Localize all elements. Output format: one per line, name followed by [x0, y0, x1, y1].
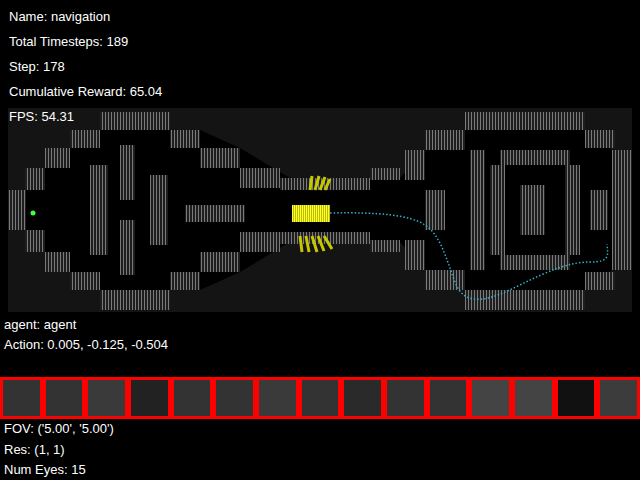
maze-wall	[90, 165, 108, 255]
maze-wall	[425, 130, 465, 150]
maze-wall	[470, 150, 485, 270]
maze-wall	[612, 150, 632, 270]
maze-wall	[585, 272, 615, 290]
hud-panel: Name: navigationTotal Timesteps: 189Step…	[9, 4, 162, 129]
sensor-ray	[300, 236, 302, 252]
maze-wall	[465, 112, 585, 130]
sensor-ray	[325, 179, 330, 190]
maze-wall	[45, 148, 70, 168]
goal-icon	[31, 211, 36, 216]
eye-cell	[256, 377, 299, 419]
hud-line: Cumulative Reward: 65.04	[9, 79, 162, 104]
maze-wall	[405, 150, 425, 180]
maze-wall	[70, 272, 100, 290]
eye-cell	[213, 377, 256, 419]
eye-cell	[85, 377, 128, 419]
eye-cell	[128, 377, 171, 419]
agent-icon	[292, 205, 330, 222]
maze-wall	[70, 130, 100, 148]
maze-wall	[520, 185, 545, 235]
maze-wall	[240, 168, 280, 188]
maze-wall	[185, 205, 245, 222]
maze-view	[8, 108, 632, 312]
eye-cell	[299, 377, 342, 419]
maze-background	[8, 108, 632, 312]
maze-wall	[45, 252, 70, 272]
sensor-ray	[310, 176, 312, 190]
maze-wall	[100, 112, 170, 130]
maze-wall	[405, 240, 425, 270]
eye-cell	[597, 377, 640, 419]
sensor-ray	[318, 236, 324, 251]
maze-wall	[370, 168, 400, 180]
game-screen: Name: navigationTotal Timesteps: 189Step…	[0, 0, 640, 480]
maze-wall	[25, 230, 45, 252]
maze-wall	[170, 272, 200, 290]
maze-wall	[240, 232, 280, 252]
agent-trajectory	[330, 213, 608, 300]
camera-info: FOV: ('5.00', '5.00')Res: (1, 1)Num Eyes…	[0, 419, 640, 480]
maze-wall	[120, 220, 135, 275]
hud-line: FPS: 54.31	[9, 104, 162, 129]
sensor-ray	[306, 236, 309, 252]
camera-info-line: FOV: ('5.00', '5.00')	[4, 419, 640, 440]
sensor-ray	[324, 236, 332, 249]
maze-wall	[370, 240, 400, 252]
maze-wall	[200, 252, 240, 272]
agent-info: agent: agentAction: 0.005, -0.125, -0.50…	[0, 312, 640, 355]
maze-wall	[170, 130, 200, 148]
maze-wall	[120, 145, 135, 200]
maze-wall	[25, 168, 45, 190]
eye-cell	[0, 377, 43, 419]
maze-wall	[465, 290, 585, 310]
maze-wall	[280, 178, 370, 190]
hud-line: Name: navigation	[9, 4, 162, 29]
maze-wall	[100, 290, 170, 310]
sensor-ray	[315, 176, 319, 190]
maze-floor	[25, 130, 612, 290]
eye-cell	[171, 377, 214, 419]
hud-line: Total Timesteps: 189	[9, 29, 162, 54]
eye-cell	[469, 377, 512, 419]
eye-cell	[427, 377, 470, 419]
hud-line: Step: 178	[9, 54, 162, 79]
eye-cell	[43, 377, 86, 419]
agent-info-line: Action: 0.005, -0.125, -0.504	[4, 335, 640, 355]
maze-wall	[590, 190, 608, 230]
agent-info-line: agent: agent	[4, 315, 640, 335]
maze-wall	[8, 190, 26, 230]
sensor-ray	[312, 236, 317, 252]
eye-cell	[341, 377, 384, 419]
maze-wall	[150, 175, 168, 245]
eye-cell	[555, 377, 598, 419]
maze-wall	[200, 148, 240, 168]
eye-strip	[0, 377, 640, 419]
maze-wall	[425, 190, 445, 230]
eye-cell	[384, 377, 427, 419]
camera-info-line: Res: (1, 1)	[4, 440, 640, 461]
maze-wall	[500, 150, 570, 165]
maze-wall	[490, 165, 505, 255]
camera-info-line: Num Eyes: 15	[4, 460, 640, 480]
eye-cell	[512, 377, 555, 419]
maze-wall	[565, 165, 580, 255]
maze-wall	[585, 130, 615, 148]
maze-wall	[425, 270, 465, 290]
